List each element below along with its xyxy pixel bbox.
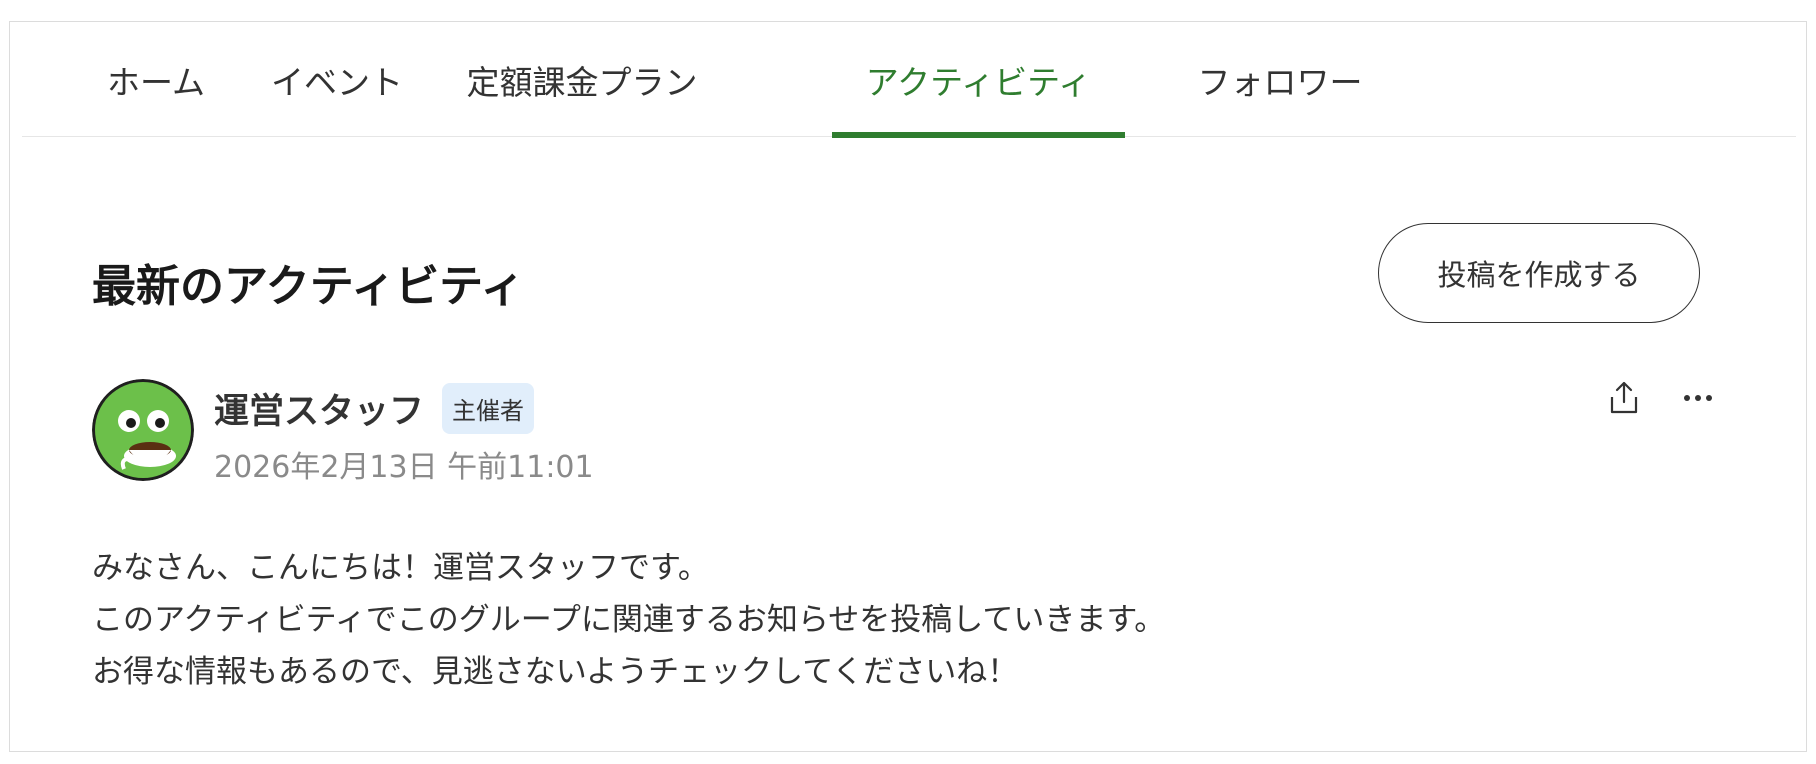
- post-body-line: お得な情報もあるので、見逃さないようチェックしてくださいね！: [92, 654, 1019, 690]
- post-author: 運営スタッフ 主催者: [214, 383, 535, 434]
- post-actions: [1604, 378, 1718, 418]
- organizer-badge: 主催者: [442, 383, 535, 434]
- section-title: 最新のアクティビティ: [92, 261, 525, 312]
- tab-home[interactable]: ホーム: [100, 22, 212, 137]
- activity-panel: ホーム イベント 定額課金プラン アクティビティ フォロワー 最新のアクティビテ…: [9, 21, 1807, 752]
- avatar-image: [92, 379, 194, 481]
- author-name[interactable]: 運営スタッフ: [214, 383, 424, 434]
- create-post-button[interactable]: 投稿を作成する: [1378, 223, 1700, 323]
- more-icon[interactable]: [1678, 378, 1718, 418]
- tab-activity[interactable]: アクティビティ: [832, 22, 1125, 138]
- post-body-line: みなさん、こんにちは！運営スタッフです。: [92, 550, 709, 586]
- post-timestamp: 2026年2月13日 午前11:01: [214, 450, 594, 485]
- avatar[interactable]: [92, 379, 194, 481]
- tab-followers[interactable]: フォロワー: [1184, 22, 1376, 137]
- post-body: みなさん、こんにちは！運営スタッフです。 このアクティビティでこのグループに関連…: [92, 542, 1165, 698]
- post-body-line: このアクティビティでこのグループに関連するお知らせを投稿していきます。: [92, 602, 1166, 638]
- tab-subscription-plans[interactable]: 定額課金プラン: [456, 22, 708, 137]
- tab-events[interactable]: イベント: [262, 22, 412, 137]
- share-icon[interactable]: [1604, 378, 1644, 418]
- tab-bar: ホーム イベント 定額課金プラン アクティビティ フォロワー: [22, 22, 1796, 138]
